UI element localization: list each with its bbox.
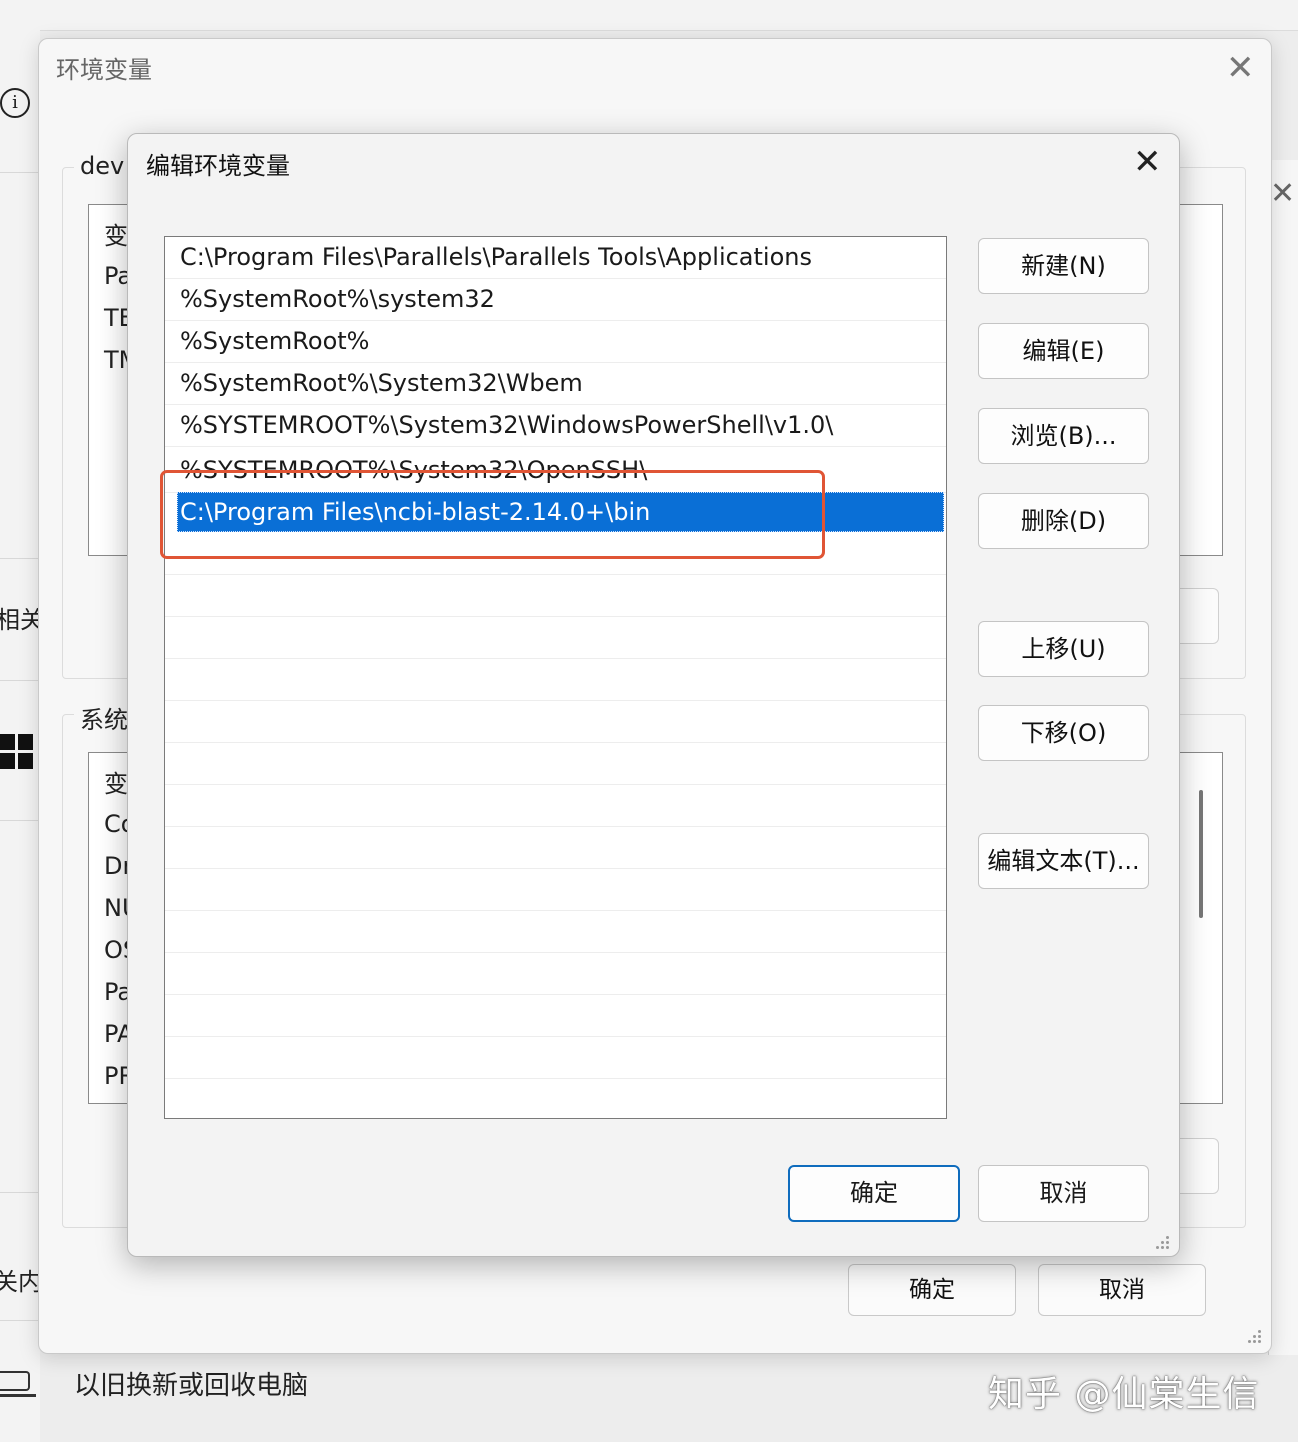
dialog-title: 编辑环境变量 [146, 152, 290, 180]
user-variables-label: dev [74, 152, 131, 180]
system-list-header: 变 [104, 770, 128, 798]
path-text: %SYSTEMROOT%\System32\WindowsPowerShell\… [180, 411, 834, 439]
trade-in-link[interactable]: 以旧换新或回收电脑 [74, 1365, 308, 1402]
path-text: %SystemRoot%\System32\Wbem [180, 369, 583, 397]
browse-button[interactable]: 浏览(B)... [978, 408, 1149, 464]
empty-row[interactable] [165, 995, 946, 1037]
env-ok-button[interactable]: 确定 [848, 1264, 1016, 1316]
path-text: C:\Program Files\Parallels\Parallels Too… [180, 243, 812, 271]
empty-row[interactable] [165, 659, 946, 701]
dialog-close-icon[interactable]: ✕ [1133, 142, 1162, 182]
path-row[interactable]: C:\Program Files\Parallels\Parallels Too… [165, 237, 946, 279]
system-list-scrollbar[interactable] [1199, 790, 1203, 918]
empty-row[interactable] [165, 575, 946, 617]
path-row[interactable]: %SystemRoot% [165, 321, 946, 363]
new-button[interactable]: 新建(N) [978, 238, 1149, 294]
env-window-close-icon[interactable]: ✕ [1226, 48, 1255, 88]
laptop-base-icon [0, 1394, 36, 1397]
behind-window-close-icon[interactable]: ✕ [1270, 176, 1295, 211]
path-text: %SystemRoot%\system32 [180, 285, 495, 313]
info-icon[interactable]: i [0, 88, 30, 118]
empty-row[interactable] [165, 953, 946, 995]
dialog-resize-grip-icon[interactable] [1156, 1236, 1172, 1252]
empty-row[interactable] [165, 617, 946, 659]
move-up-button[interactable]: 上移(U) [978, 621, 1149, 677]
delete-button[interactable]: 删除(D) [978, 493, 1149, 549]
path-list[interactable]: C:\Program Files\Parallels\Parallels Too… [164, 236, 947, 1119]
path-text: %SystemRoot% [180, 327, 370, 355]
empty-row[interactable] [165, 869, 946, 911]
path-row[interactable]: %SystemRoot%\system32 [165, 279, 946, 321]
path-row[interactable]: %SystemRoot%\System32\Wbem [165, 363, 946, 405]
resize-grip-icon[interactable] [1248, 1330, 1264, 1346]
windows-logo-icon [0, 734, 34, 770]
edit-text-button[interactable]: 编辑文本(T)... [978, 833, 1149, 889]
dialog-ok-button[interactable]: 确定 [788, 1165, 960, 1222]
laptop-icon [0, 1371, 30, 1391]
move-down-button[interactable]: 下移(O) [978, 705, 1149, 761]
empty-row[interactable] [165, 701, 946, 743]
empty-row[interactable] [165, 827, 946, 869]
empty-row[interactable] [165, 785, 946, 827]
annotation-highlight-box [160, 470, 825, 559]
path-row[interactable]: %SYSTEMROOT%\System32\WindowsPowerShell\… [165, 405, 946, 447]
system-vars-button-edge[interactable] [1176, 1138, 1219, 1194]
background-label-inner: 关内 [0, 1268, 42, 1296]
user-vars-button-edge[interactable] [1176, 588, 1219, 644]
env-cancel-button[interactable]: 取消 [1038, 1264, 1206, 1316]
behind-window-edge [1268, 160, 1298, 1355]
watermark: 知乎 @仙棠生信 [988, 1374, 1260, 1415]
user-list-header: 变 [104, 222, 128, 250]
empty-row[interactable] [165, 911, 946, 953]
system-variables-label: 系统 [74, 700, 134, 735]
env-window-title: 环境变量 [56, 56, 152, 84]
empty-row[interactable] [165, 743, 946, 785]
dialog-cancel-button[interactable]: 取消 [978, 1165, 1149, 1222]
edit-button[interactable]: 编辑(E) [978, 323, 1149, 379]
background-window-topbar [0, 0, 1298, 31]
empty-row[interactable] [165, 1037, 946, 1079]
